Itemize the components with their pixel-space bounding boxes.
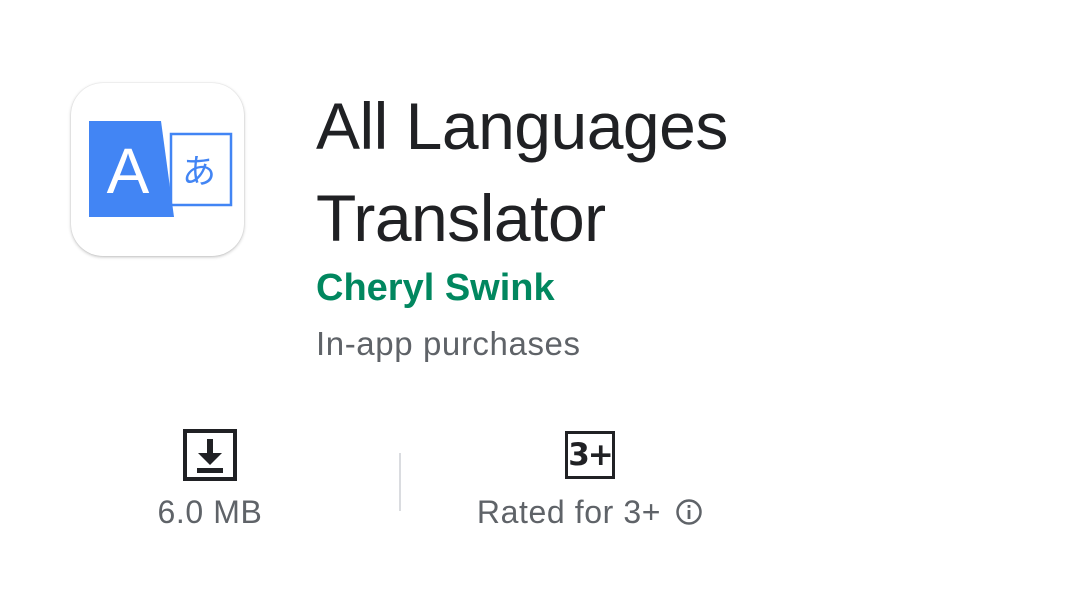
download-size-label: 6.0 MB — [157, 494, 263, 530]
icon-letter-kana: あ — [182, 152, 216, 192]
in-app-purchases-label: In-app purchases — [316, 325, 581, 362]
developer-link[interactable]: Cheryl Swink — [316, 264, 555, 312]
app-title: All Languages Translator — [316, 89, 728, 255]
content-rating-badge-icon: 3+ — [565, 431, 615, 479]
translate-app-icon: A あ — [89, 121, 233, 217]
icon-letter-a: A — [107, 135, 150, 207]
content-rating-label: Rated for 3+ — [476, 494, 662, 530]
content-rating-stat[interactable]: 3+ Rated for 3+ — [440, 428, 740, 534]
download-size-stat: 6.0 MB — [110, 428, 310, 534]
stats-divider — [399, 453, 401, 511]
download-icon — [183, 429, 237, 481]
info-icon[interactable] — [675, 498, 703, 526]
app-icon: A あ — [71, 83, 244, 256]
